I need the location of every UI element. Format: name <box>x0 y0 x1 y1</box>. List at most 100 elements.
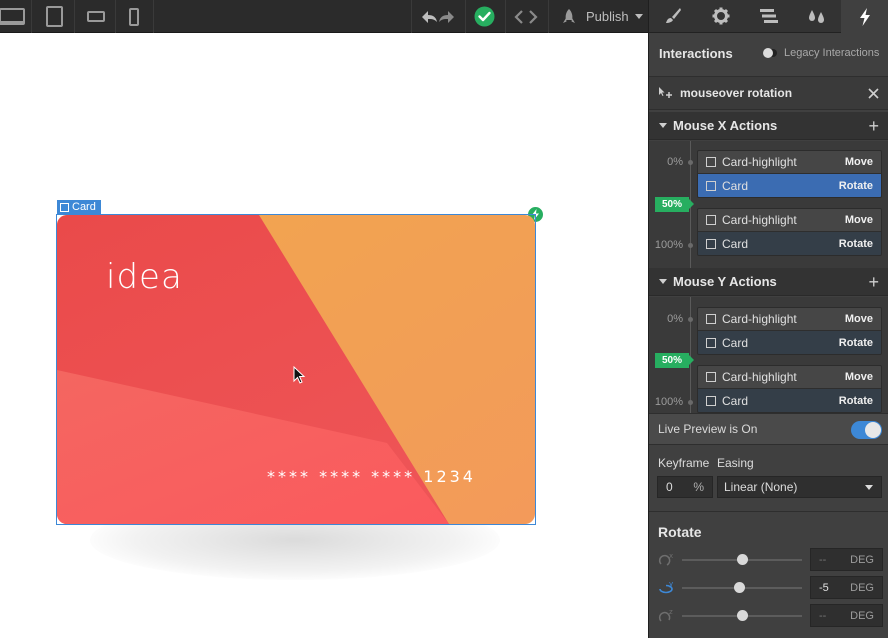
rotate-y-unit: DEG <box>850 581 874 594</box>
close-icon[interactable] <box>868 87 879 99</box>
rotate-z-input[interactable]: -- DEG <box>810 604 883 627</box>
element-box-icon <box>706 372 716 382</box>
easing-label: Easing <box>717 456 754 470</box>
live-preview-toggle[interactable] <box>851 421 882 439</box>
rotate-x-input[interactable]: -- DEG <box>810 548 883 571</box>
selected-element-label[interactable]: Card <box>57 200 101 214</box>
navigator-icon <box>760 9 778 23</box>
bolt-icon <box>860 7 870 26</box>
mobile-landscape-view-button[interactable] <box>76 0 116 33</box>
legacy-toggle[interactable] <box>763 48 777 58</box>
toolbar-divider <box>411 0 412 33</box>
action-type: Move <box>844 313 873 325</box>
publish-button[interactable]: Publish <box>553 0 648 33</box>
interaction-name: mouseover rotation <box>680 86 793 100</box>
mouse-y-title: Mouse Y Actions <box>673 274 777 289</box>
keyframe-label: Keyframe <box>658 456 710 470</box>
add-action-icon[interactable]: + <box>868 117 879 135</box>
publish-label: Publish <box>586 9 629 24</box>
action-type: Rotate <box>838 179 873 192</box>
element-box-icon <box>706 157 716 167</box>
keyframe-input[interactable]: 0 % <box>657 476 713 498</box>
gear-icon <box>712 7 730 25</box>
mouse-x-section-header[interactable]: Mouse X Actions + <box>649 112 888 140</box>
interactions-header: Interactions Legacy Interactions <box>649 38 888 68</box>
mouse-x-title: Mouse X Actions <box>673 118 778 133</box>
keyframe-dot[interactable] <box>688 160 693 165</box>
action-row[interactable]: Card Rotate <box>698 389 881 412</box>
chevron-down-icon <box>659 279 667 284</box>
rotate-y-slider-knob[interactable] <box>734 582 746 593</box>
action-target: Card-highlight <box>722 213 797 227</box>
mouse-cursor-icon <box>293 366 306 384</box>
easing-select[interactable]: Linear (None) <box>717 476 882 498</box>
tab-navigator[interactable] <box>745 0 793 33</box>
code-export <box>514 0 538 33</box>
cursor-plus-icon <box>659 87 672 98</box>
keyframe-unit: % <box>693 480 704 494</box>
action-target: Card <box>722 236 749 251</box>
chevron-down-icon <box>659 123 667 128</box>
rotate-z-slider-knob[interactable] <box>736 610 748 621</box>
keyframe-percent: 100% <box>654 396 683 408</box>
mobile-portrait-icon <box>128 7 139 26</box>
rotate-x-row: x -- DEG <box>649 548 888 572</box>
site-status <box>474 0 495 33</box>
keyframe-dot[interactable] <box>688 317 693 322</box>
current-position-badge[interactable]: 50% <box>655 197 694 212</box>
live-preview-label: Live Preview is On <box>658 422 758 436</box>
action-row-selected[interactable]: Card Rotate <box>698 174 881 197</box>
desktop-view-button[interactable] <box>0 0 32 33</box>
action-target: Card <box>722 178 749 193</box>
code-icon[interactable] <box>514 9 538 25</box>
interactions-title: Interactions <box>659 45 733 61</box>
action-row[interactable]: Card Rotate <box>698 232 881 255</box>
keyframe-dot[interactable] <box>688 400 693 405</box>
tablet-view-button[interactable] <box>35 0 75 33</box>
rocket-icon <box>563 8 575 23</box>
mobile-portrait-view-button[interactable] <box>114 0 154 33</box>
tab-settings[interactable] <box>697 0 745 33</box>
keyframe-percent: 100% <box>654 239 683 251</box>
rotate-y-icon: y <box>659 580 673 594</box>
action-row[interactable]: Card-highlight Move <box>698 366 881 389</box>
current-position-badge[interactable]: 50% <box>655 353 694 368</box>
rotate-title: Rotate <box>658 524 702 540</box>
mouse-y-timeline: 0% 50% 100% Card-highlight Move Card Rot… <box>649 297 888 413</box>
keyframe-percent: 0% <box>667 313 683 325</box>
keyframe-percent: 0% <box>667 156 683 168</box>
action-type: Rotate <box>838 394 873 407</box>
interaction-row[interactable]: mouseover rotation <box>649 76 888 110</box>
selected-element-name: Card <box>72 201 96 213</box>
element-box-icon <box>60 202 69 212</box>
element-box-icon <box>706 238 716 249</box>
tab-style[interactable] <box>649 0 697 33</box>
rotate-z-icon: z <box>658 608 673 622</box>
tab-swatches[interactable] <box>793 0 841 33</box>
add-action-icon[interactable]: + <box>868 273 879 291</box>
action-row[interactable]: Card Rotate <box>698 331 881 354</box>
rotate-x-unit: DEG <box>850 553 874 566</box>
action-target: Card <box>722 335 749 350</box>
check-circle-icon[interactable] <box>474 6 495 27</box>
keyframe-dot[interactable] <box>688 243 693 248</box>
toolbar-divider <box>465 0 466 33</box>
action-target: Card-highlight <box>722 312 797 326</box>
keyframe-action-group: Card-highlight Move Card Rotate <box>697 150 882 198</box>
tab-interactions[interactable] <box>841 0 888 33</box>
rotate-z-value: -- <box>819 609 827 622</box>
action-row[interactable]: Card-highlight Move <box>698 209 881 232</box>
keyframe-action-group: Card-highlight Move Card Rotate <box>697 307 882 355</box>
rotate-x-slider-knob[interactable] <box>736 554 748 565</box>
rotate-z-row: z -- DEG <box>649 604 888 628</box>
brush-icon <box>666 8 681 23</box>
action-type: Rotate <box>838 336 873 349</box>
rotate-y-input[interactable]: -5 DEG <box>810 576 883 599</box>
mouse-y-section-header[interactable]: Mouse Y Actions + <box>649 268 888 296</box>
undo-redo-group <box>418 0 458 33</box>
action-row[interactable]: Card-highlight Move <box>698 151 881 174</box>
action-row[interactable]: Card-highlight Move <box>698 308 881 331</box>
undo-redo-icon[interactable] <box>418 7 458 27</box>
tablet-icon <box>46 6 63 27</box>
keyframe-action-group: Card-highlight Move Card Rotate <box>697 365 882 413</box>
